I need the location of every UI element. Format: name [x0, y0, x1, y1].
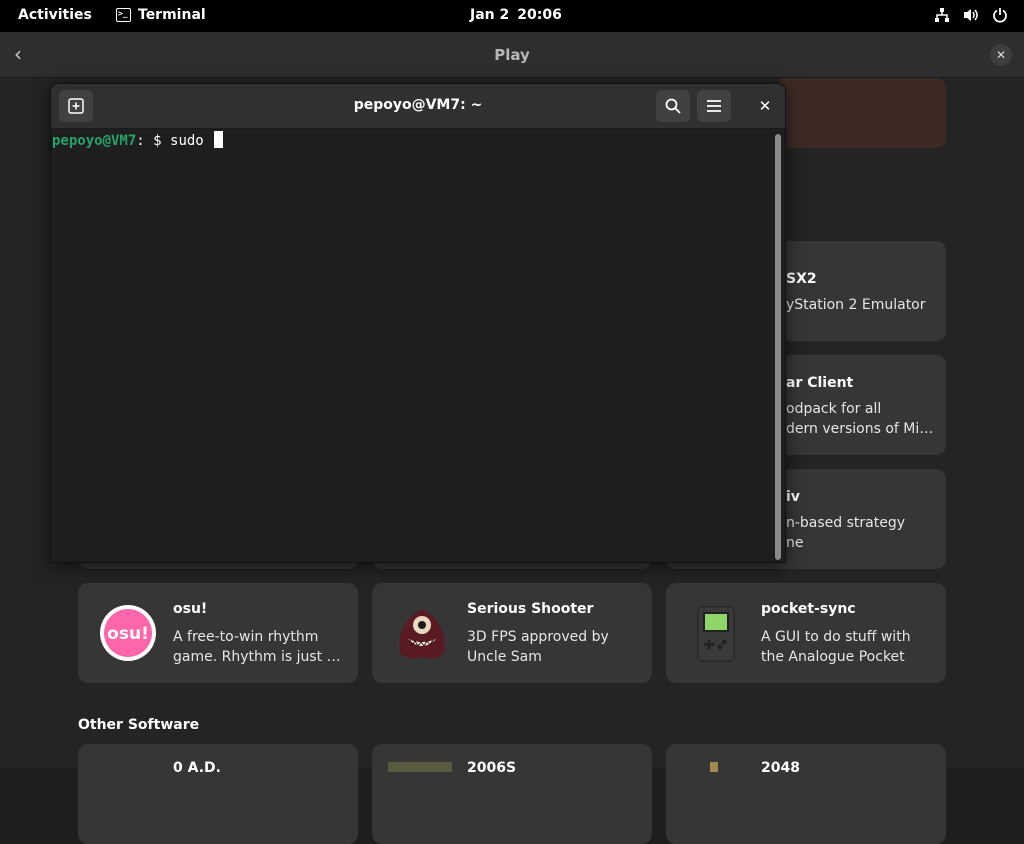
app-card-desc: A free-to-win rhythm game. Rhythm is jus… [173, 629, 341, 665]
featured-banner[interactable] [780, 78, 946, 148]
activities-button[interactable]: Activities [18, 7, 92, 23]
app-card-pocket-sync[interactable]: pocket-sync A GUI to do stuff with the A… [666, 583, 946, 683]
system-tray[interactable] [934, 7, 1008, 23]
app-card-title: Serious Shooter [467, 601, 594, 617]
clock[interactable]: Jan 2 20:06 [470, 7, 562, 23]
main-menu-button[interactable] [697, 90, 731, 122]
page-title: Play [494, 46, 530, 64]
app-card-title: pocket-sync [761, 601, 856, 617]
app-card-title: 2048 [761, 760, 800, 776]
app-card-serious-shooter[interactable]: Serious Shooter 3D FPS approved by Uncle… [372, 583, 652, 683]
app-card[interactable]: 2006S [372, 744, 652, 844]
search-button[interactable] [656, 90, 690, 122]
app-card-title: osu! [173, 601, 208, 617]
prompt-command: : $ sudo [136, 133, 213, 149]
hamburger-menu-icon [707, 100, 721, 112]
app-menu[interactable]: >_ Terminal [116, 7, 206, 23]
osu-icon: osu! [98, 603, 158, 663]
terminal-headerbar[interactable]: pepoyo@VM7: ~ ✕ [51, 84, 785, 129]
clock-time: 20:06 [517, 7, 562, 23]
top-bar: Activities >_ Terminal Jan 2 20:06 [0, 0, 1024, 32]
network-wired-icon[interactable] [934, 7, 950, 23]
close-icon[interactable]: ✕ [749, 90, 781, 122]
app-menu-label: Terminal [138, 7, 206, 23]
terminal-scrollbar[interactable] [775, 134, 781, 560]
svg-text:osu!: osu! [107, 624, 149, 644]
software-header: ‹ Play ✕ [0, 32, 1024, 78]
search-icon [665, 98, 681, 114]
close-icon[interactable]: ✕ [990, 44, 1012, 66]
app-card-title: iv [786, 489, 800, 505]
volume-icon[interactable] [962, 7, 980, 23]
terminal-app-icon: >_ [116, 8, 131, 22]
app-card-title: SX2 [786, 271, 817, 287]
app-icon [710, 762, 718, 772]
text-cursor [214, 131, 224, 148]
serious-shooter-icon [392, 603, 452, 663]
terminal-window[interactable]: pepoyo@VM7: ~ ✕ pepoyo@VM7: $ sudo [50, 83, 786, 563]
clock-date: Jan 2 [470, 7, 510, 23]
app-card-desc: n-based strategy [786, 515, 906, 531]
terminal-content[interactable]: pepoyo@VM7: $ sudo [51, 130, 785, 562]
app-card-desc: yStation 2 Emulator [786, 297, 926, 313]
app-icon [388, 762, 452, 772]
app-card[interactable]: 0 A.D. [78, 744, 358, 844]
section-heading-other-software: Other Software [78, 717, 200, 733]
app-card-title: ar Client [786, 375, 854, 391]
app-card-title: 0 A.D. [173, 760, 221, 776]
app-card-osu[interactable]: osu! osu! A free-to-win rhythm game. Rhy… [78, 583, 358, 683]
app-card-desc: A GUI to do stuff with the Analogue Pock… [761, 629, 911, 665]
app-card-desc: 3D FPS approved by Uncle Sam [467, 629, 609, 665]
app-card-desc: ne [786, 535, 804, 551]
power-icon[interactable] [992, 7, 1008, 23]
pocket-sync-icon [686, 603, 746, 663]
app-card-desc: odpack for all [786, 401, 882, 417]
prompt-user-host: pepoyo@VM7 [52, 133, 137, 149]
app-card-desc: dern versions of Mi… [786, 421, 934, 437]
app-card-title: 2006S [467, 760, 517, 776]
app-card[interactable]: 2048 [666, 744, 946, 844]
